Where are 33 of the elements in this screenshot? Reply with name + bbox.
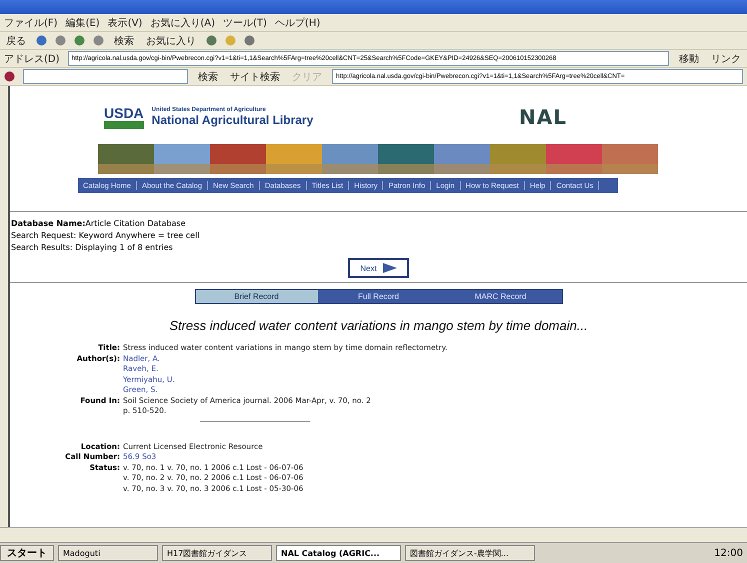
arrow-icon (382, 263, 397, 273)
links-button[interactable]: リンク (709, 52, 743, 66)
taskbar-button[interactable]: Madoguti (58, 545, 158, 561)
record-tab[interactable]: Full Record (318, 290, 440, 303)
menu-item[interactable]: ツール(T) (223, 16, 267, 30)
usda-logo: USDA (104, 105, 144, 129)
search-button[interactable]: 検索 (196, 70, 220, 84)
taskbar-button[interactable]: 図書館ガイダンス-農学関... (405, 545, 535, 561)
nal-logo: NAL (519, 105, 567, 129)
site-search-button[interactable]: サイト検索 (228, 70, 282, 84)
search-button[interactable]: 検索 (112, 34, 136, 48)
menu-item[interactable]: 表示(V) (108, 16, 142, 30)
taskbar-button[interactable]: H17図書館ガイダンス (162, 545, 272, 561)
search-request: Search Request: Keyword Anywhere = tree cell (11, 230, 201, 242)
menu-item[interactable]: ファイル(F) (4, 16, 58, 30)
address-label: アドレス(D) (4, 52, 60, 66)
taskbar-button[interactable]: NAL Catalog (AGRIC... (276, 545, 401, 561)
back-button[interactable]: 戻る (4, 34, 28, 48)
clock: 12:00 (714, 548, 744, 558)
start-button[interactable]: スタート (0, 545, 54, 561)
record-heading: Stress induced water content variations in mango stem by time domain... (168, 318, 589, 333)
menu-item[interactable]: ヘルプ(H) (274, 16, 320, 30)
menu-item[interactable]: 編集(E) (66, 16, 100, 30)
database-name: Database Name:Article Citation Database (11, 218, 187, 230)
next-button[interactable]: Next (348, 258, 409, 278)
search-input[interactable] (23, 69, 188, 84)
favorites-button[interactable]: お気に入り (144, 34, 198, 48)
menu-item[interactable]: お気に入り(A) (150, 16, 215, 30)
library-name: National Agricultural Library (152, 113, 314, 127)
search-results: Search Results: Displaying 1 of 8 entries (11, 242, 174, 254)
record-tab[interactable]: Brief Record (196, 290, 318, 303)
record-tab[interactable]: MARC Record (440, 290, 562, 303)
go-button[interactable]: 移動 (677, 52, 701, 66)
